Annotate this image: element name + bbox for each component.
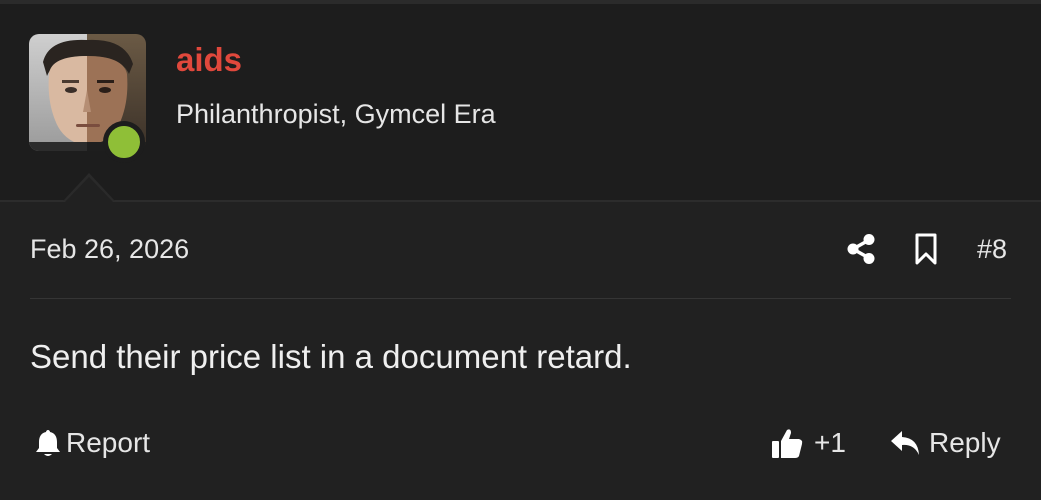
reply-button[interactable]: Reply: [889, 423, 1001, 463]
like-count: +1: [814, 427, 846, 458]
author-title: Philanthropist, Gymcel Era: [176, 99, 496, 129]
report-label: Report: [66, 427, 151, 458]
reply-icon: [891, 431, 919, 455]
bell-icon: [36, 430, 60, 456]
thumbs-up-icon: [772, 429, 803, 458]
meta-divider: [30, 298, 1011, 299]
like-button[interactable]: +1: [770, 423, 846, 463]
report-button[interactable]: Report: [34, 423, 150, 463]
post-number-link[interactable]: #8: [977, 232, 1007, 266]
share-icon[interactable]: [846, 233, 876, 265]
forum-post: aids Philanthropist, Gymcel Era Feb 26, …: [0, 0, 1041, 500]
online-status-indicator: [103, 121, 145, 163]
bookmark-icon[interactable]: [913, 232, 939, 266]
post-author-header: [0, 4, 1041, 200]
author-username[interactable]: aids: [176, 40, 242, 80]
header-pointer-inner: [65, 177, 113, 202]
post-message: Send their price list in a document reta…: [30, 338, 632, 375]
reply-label: Reply: [929, 427, 1001, 458]
header-divider: [0, 200, 1041, 202]
post-date[interactable]: Feb 26, 2026: [30, 232, 189, 266]
